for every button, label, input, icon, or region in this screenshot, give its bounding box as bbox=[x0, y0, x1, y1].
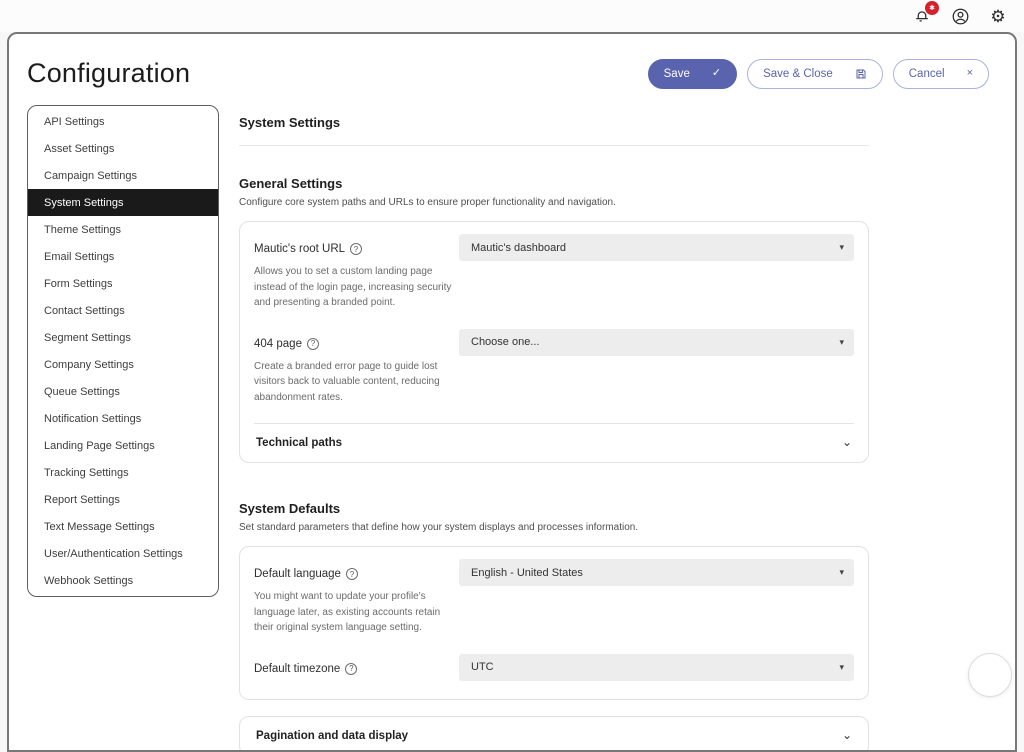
dropdown-arrow-icon: ▾ bbox=[839, 337, 844, 348]
group-title: System Defaults bbox=[239, 501, 869, 516]
dropdown-arrow-icon: ▾ bbox=[839, 242, 844, 253]
cancel-button[interactable]: Cancel × bbox=[893, 59, 989, 89]
field-info: Mautic's root URL ? Allows you to set a … bbox=[254, 234, 459, 311]
field-description: You might want to update your profile's … bbox=[254, 589, 459, 636]
notification-badge: ✱ bbox=[925, 1, 939, 15]
floating-help-button[interactable] bbox=[968, 653, 1012, 697]
dropdown-arrow-icon: ▾ bbox=[839, 662, 844, 673]
save-disk-icon bbox=[855, 68, 867, 80]
general-settings-group-header: General Settings Configure core system p… bbox=[239, 176, 869, 208]
select-value: UTC bbox=[471, 661, 494, 673]
sidebar-item-text-message-settings[interactable]: Text Message Settings bbox=[28, 513, 218, 540]
sidebar-item-segment-settings[interactable]: Segment Settings bbox=[28, 324, 218, 351]
help-icon[interactable]: ? bbox=[307, 338, 319, 350]
accordion-title: Technical paths bbox=[256, 437, 342, 449]
sidebar-item-contact-settings[interactable]: Contact Settings bbox=[28, 297, 218, 324]
system-defaults-group-header: System Defaults Set standard parameters … bbox=[239, 501, 869, 533]
sidebar-item-user-authentication-settings[interactable]: User/Authentication Settings bbox=[28, 540, 218, 567]
sidebar-item-landing-page-settings[interactable]: Landing Page Settings bbox=[28, 432, 218, 459]
accordion-title: Pagination and data display bbox=[256, 730, 408, 742]
user-icon bbox=[951, 7, 970, 26]
field-label: Mautic's root URL bbox=[254, 243, 345, 255]
chevron-down-icon: ⌄ bbox=[842, 732, 852, 739]
sidebar-item-tracking-settings[interactable]: Tracking Settings bbox=[28, 459, 218, 486]
field-row-404-page: 404 page ? Create a branded error page t… bbox=[254, 329, 854, 424]
field-description: Allows you to set a custom landing page … bbox=[254, 264, 459, 311]
gear-icon: ⚙ bbox=[990, 8, 1005, 25]
field-label: 404 page bbox=[254, 338, 302, 350]
group-description: Set standard parameters that define how … bbox=[239, 522, 869, 533]
select-value: English - United States bbox=[471, 567, 583, 579]
field-info: Default timezone ? bbox=[254, 654, 459, 675]
select-value: Mautic's dashboard bbox=[471, 242, 566, 254]
content-area: API Settings Asset Settings Campaign Set… bbox=[9, 105, 1015, 752]
settings-sidebar: API Settings Asset Settings Campaign Set… bbox=[27, 105, 219, 597]
field-label: Default language bbox=[254, 568, 341, 580]
field-row-default-timezone: Default timezone ? UTC ▾ bbox=[254, 654, 854, 699]
root-url-select[interactable]: Mautic's dashboard ▾ bbox=[459, 234, 854, 261]
notifications-button[interactable]: ✱ bbox=[912, 6, 932, 26]
section-title: System Settings bbox=[239, 115, 869, 130]
field-info: Default language ? You might want to upd… bbox=[254, 559, 459, 636]
settings-main: System Settings General Settings Configu… bbox=[239, 105, 869, 752]
group-description: Configure core system paths and URLs to … bbox=[239, 197, 869, 208]
field-row-default-language: Default language ? You might want to upd… bbox=[254, 559, 854, 654]
user-profile-button[interactable] bbox=[950, 6, 970, 26]
dropdown-arrow-icon: ▾ bbox=[839, 567, 844, 578]
page-title: Configuration bbox=[27, 58, 190, 89]
pagination-accordion[interactable]: Pagination and data display ⌄ bbox=[254, 717, 854, 752]
select-value: Choose one... bbox=[471, 336, 540, 348]
help-icon[interactable]: ? bbox=[350, 243, 362, 255]
global-settings-button[interactable]: ⚙ bbox=[988, 6, 1008, 26]
save-and-close-button[interactable]: Save & Close bbox=[747, 59, 883, 89]
sidebar-item-theme-settings[interactable]: Theme Settings bbox=[28, 216, 218, 243]
action-buttons: Save ✓ Save & Close Cancel × bbox=[648, 59, 989, 89]
page-header: Configuration Save ✓ Save & Close Cancel… bbox=[9, 34, 1015, 105]
field-info: 404 page ? Create a branded error page t… bbox=[254, 329, 459, 406]
save-and-close-label: Save & Close bbox=[763, 68, 833, 80]
close-icon: × bbox=[967, 68, 973, 79]
sidebar-item-queue-settings[interactable]: Queue Settings bbox=[28, 378, 218, 405]
chevron-down-icon: ⌄ bbox=[842, 439, 852, 446]
sidebar-item-webhook-settings[interactable]: Webhook Settings bbox=[28, 567, 218, 594]
sidebar-item-campaign-settings[interactable]: Campaign Settings bbox=[28, 162, 218, 189]
technical-paths-accordion[interactable]: Technical paths ⌄ bbox=[254, 423, 854, 462]
sidebar-item-company-settings[interactable]: Company Settings bbox=[28, 351, 218, 378]
sidebar-item-asset-settings[interactable]: Asset Settings bbox=[28, 135, 218, 162]
section-divider bbox=[239, 145, 869, 146]
default-language-select[interactable]: English - United States ▾ bbox=[459, 559, 854, 586]
sidebar-item-email-settings[interactable]: Email Settings bbox=[28, 243, 218, 270]
page-404-select[interactable]: Choose one... ▾ bbox=[459, 329, 854, 356]
check-icon: ✓ bbox=[712, 68, 721, 79]
field-description: Create a branded error page to guide los… bbox=[254, 359, 459, 406]
save-button[interactable]: Save ✓ bbox=[648, 59, 737, 89]
cancel-button-label: Cancel bbox=[909, 68, 945, 80]
general-settings-card: Mautic's root URL ? Allows you to set a … bbox=[239, 221, 869, 463]
sidebar-item-form-settings[interactable]: Form Settings bbox=[28, 270, 218, 297]
help-icon[interactable]: ? bbox=[346, 568, 358, 580]
configuration-panel: Configuration Save ✓ Save & Close Cancel… bbox=[7, 32, 1017, 752]
sidebar-item-api-settings[interactable]: API Settings bbox=[28, 108, 218, 135]
field-row-root-url: Mautic's root URL ? Allows you to set a … bbox=[254, 234, 854, 329]
pagination-card: Pagination and data display ⌄ bbox=[239, 716, 869, 752]
sidebar-item-system-settings[interactable]: System Settings bbox=[28, 189, 218, 216]
save-button-label: Save bbox=[664, 68, 690, 80]
sidebar-item-notification-settings[interactable]: Notification Settings bbox=[28, 405, 218, 432]
sidebar-item-report-settings[interactable]: Report Settings bbox=[28, 486, 218, 513]
default-timezone-select[interactable]: UTC ▾ bbox=[459, 654, 854, 681]
system-defaults-card: Default language ? You might want to upd… bbox=[239, 546, 869, 700]
top-bar: ✱ ⚙ bbox=[0, 0, 1024, 32]
group-title: General Settings bbox=[239, 176, 869, 191]
